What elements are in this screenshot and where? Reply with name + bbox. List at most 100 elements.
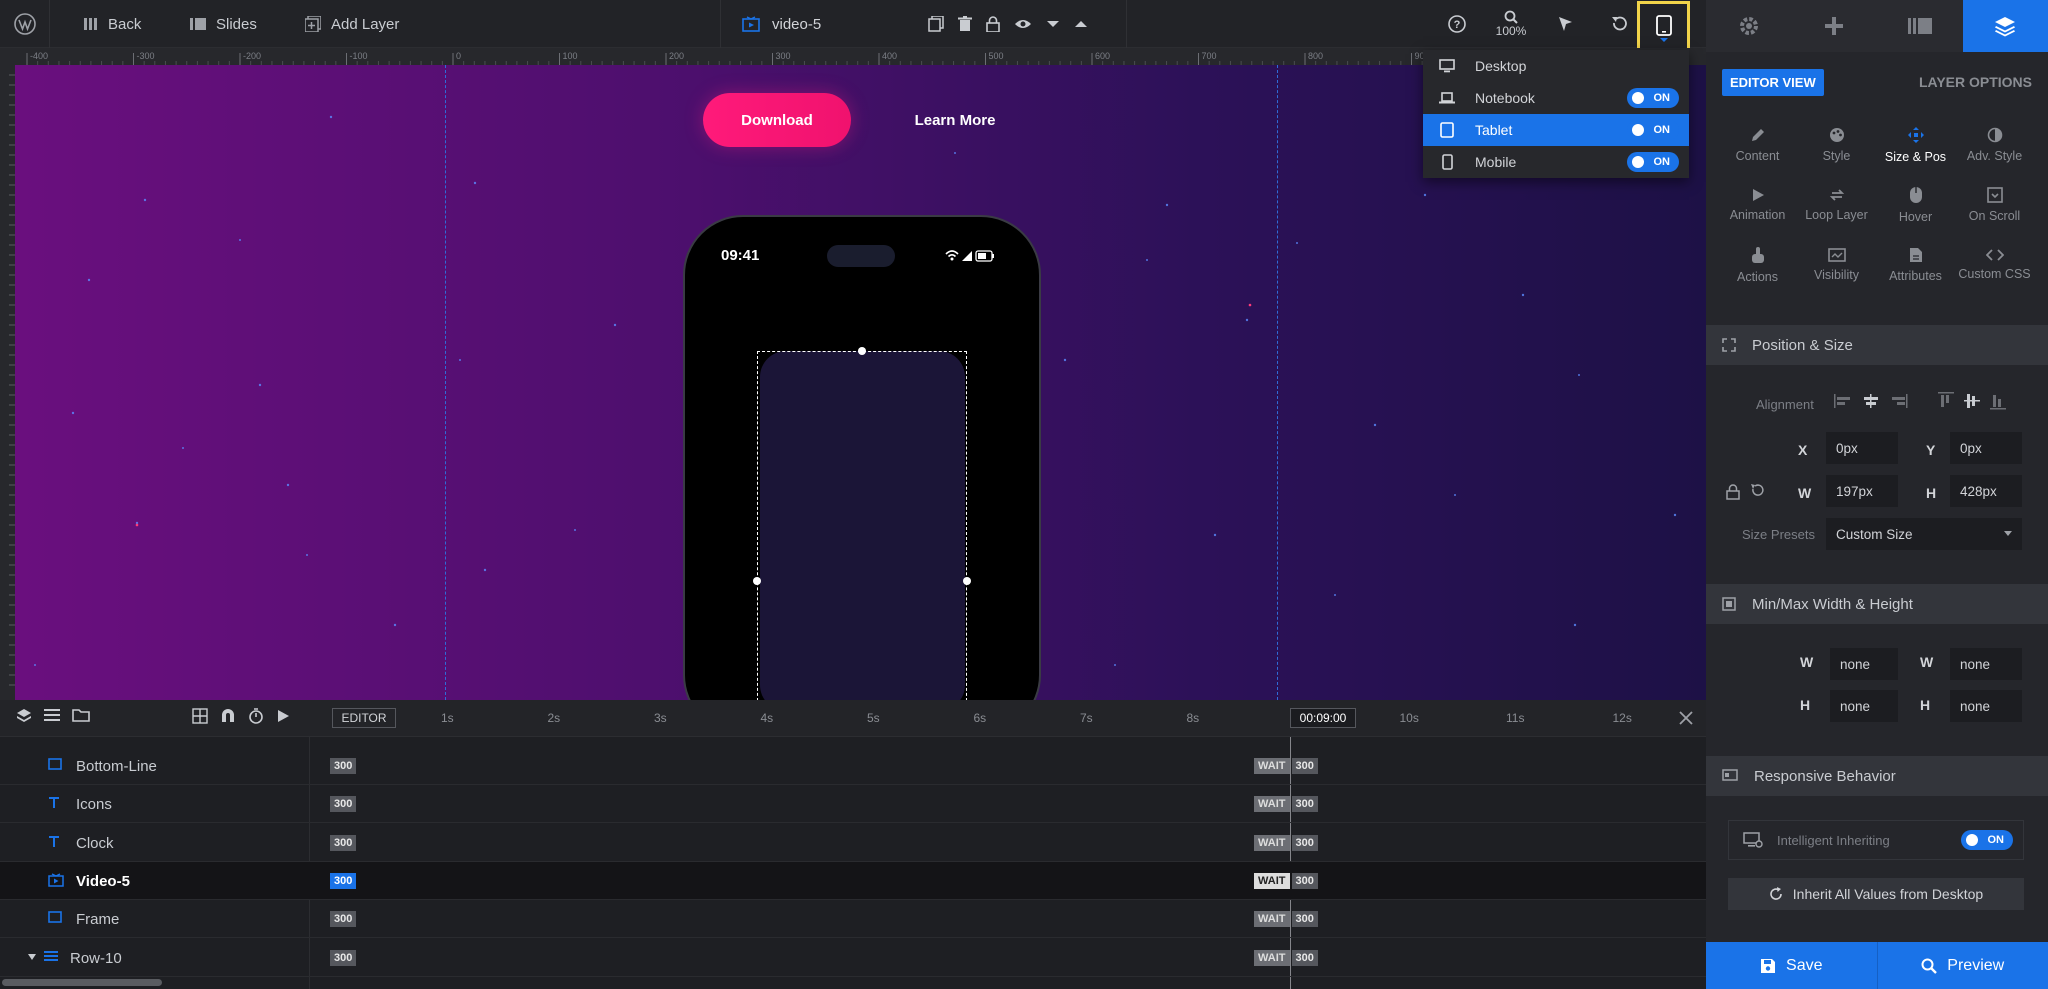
timeline-layer-row[interactable]: Video-5 300 WAIT 300 [0,861,1706,900]
inherit-desktop-button[interactable]: Inherit All Values from Desktop [1728,878,2024,910]
category-attributes[interactable]: Attributes [1876,240,1955,290]
tablet-toggle[interactable]: ON [1627,120,1679,140]
folder-icon[interactable] [72,708,90,724]
close-icon[interactable] [1678,710,1694,726]
wordpress-logo-icon[interactable] [0,0,50,48]
height-input[interactable]: 428px [1950,475,2022,507]
size-presets-select[interactable]: Custom Size [1826,518,2022,550]
category-size-pos[interactable]: Size & Pos [1876,120,1955,170]
out-timing[interactable]: WAIT 300 [1254,796,1318,813]
magnet-icon[interactable] [220,708,236,724]
device-mobile[interactable]: Mobile ON [1423,146,1689,178]
ruler-tick-label: 700 [1202,51,1217,61]
align-middle-icon[interactable] [1964,392,1980,410]
max-width-input[interactable]: none [1950,648,2022,680]
out-timing[interactable]: WAIT 300 [1254,872,1318,889]
lock-ratio-icon[interactable] [1726,484,1740,500]
in-duration-badge[interactable]: 300 [330,834,357,851]
save-button[interactable]: Save [1706,942,1878,989]
timeline-layer-row[interactable]: Clock 300 WAIT 300 [0,824,1706,862]
device-tablet[interactable]: Tablet ON [1423,114,1689,146]
in-duration-badge[interactable]: 300 [330,796,357,813]
phone-clock[interactable]: 09:41 [721,247,759,264]
notebook-toggle[interactable]: ON [1627,88,1679,108]
align-left-icon[interactable] [1834,394,1852,408]
category-custom-css[interactable]: Custom CSS [1955,240,2034,290]
tab-layers[interactable] [1962,0,2048,52]
tab-slides[interactable] [1877,0,1963,52]
timeline-layer-row[interactable]: Frame 300 WAIT 300 [0,900,1706,939]
resize-handle-right[interactable] [963,577,971,585]
category-content[interactable]: Content [1718,120,1797,170]
in-duration-badge[interactable]: 300 [330,758,357,774]
category-loop-layer[interactable]: Loop Layer [1797,180,1876,230]
y-input[interactable]: 0px [1950,432,2022,464]
position-size-header[interactable]: Position & Size [1706,325,2048,365]
timer-icon[interactable] [248,708,264,724]
slides-button[interactable]: Slides [190,0,257,48]
back-button[interactable]: Back [84,0,141,48]
responsive-header[interactable]: Responsive Behavior [1706,756,2048,796]
x-input[interactable]: 0px [1826,432,1898,464]
snap-grid-icon[interactable] [192,708,208,724]
mobile-toggle[interactable]: ON [1627,152,1679,172]
editor-view-toggle[interactable]: EDITOR VIEW [1722,68,1824,96]
category-on-scroll[interactable]: On Scroll [1955,180,2034,230]
max-height-input[interactable]: none [1950,690,2022,722]
device-notebook[interactable]: Notebook ON [1423,82,1689,114]
caret-down-icon[interactable] [28,953,36,960]
list-icon[interactable] [44,708,60,724]
category-actions[interactable]: Actions [1718,240,1797,290]
minmax-header[interactable]: Min/Max Width & Height [1706,584,2048,624]
editor-mode-label[interactable]: EDITOR [332,708,396,728]
preview-button[interactable]: Preview [1877,942,2048,989]
category-adv-style[interactable]: Adv. Style [1955,120,2034,170]
in-duration-badge[interactable]: 300 [330,949,357,966]
intelligent-inheriting-toggle[interactable]: ON [1961,830,2013,850]
resize-handle-left[interactable] [753,577,761,585]
timeline-layer-row[interactable]: Icons 300 WAIT 300 [0,785,1706,824]
move-up-icon[interactable] [1074,19,1088,29]
out-timing[interactable]: WAIT 300 [1254,758,1318,774]
align-center-icon[interactable] [1862,394,1880,408]
align-bottom-icon[interactable] [1990,392,2006,410]
duplicate-icon[interactable] [928,16,944,32]
learn-more-button[interactable]: Learn More [895,93,1015,147]
status-icons[interactable] [945,249,995,263]
category-visibility[interactable]: Visibility [1797,240,1876,290]
min-height-input[interactable]: none [1830,690,1898,722]
layers-icon[interactable] [16,708,32,724]
align-top-icon[interactable] [1938,392,1954,410]
tab-navigation[interactable] [1792,0,1878,52]
timeline-layer-row[interactable]: Bottom-Line 300 WAIT 300 [0,747,1706,785]
add-layer-button[interactable]: Add Layer [305,0,399,48]
trash-icon[interactable] [958,16,972,32]
out-timing[interactable]: WAIT 300 [1254,949,1318,966]
timeline-layer-row[interactable]: Row-10 300 WAIT 300 [0,939,1706,977]
device-desktop[interactable]: Desktop [1423,50,1689,82]
resize-handle-top[interactable] [858,347,866,355]
eye-icon[interactable] [1014,18,1032,30]
layer-options-toggle[interactable]: LAYER OPTIONS [1919,74,2032,90]
download-button[interactable]: Download [703,93,851,147]
category-style[interactable]: Style [1797,120,1876,170]
tab-settings[interactable] [1706,0,1792,52]
in-duration-badge[interactable]: 300 [330,872,357,889]
category-hover[interactable]: Hover [1876,180,1955,230]
horizontal-scrollbar[interactable] [2,979,162,986]
pointer-button[interactable] [1538,0,1592,48]
play-icon[interactable] [276,708,290,724]
help-button[interactable]: ? [1430,0,1484,48]
category-animation[interactable]: Animation [1718,180,1797,230]
lock-icon[interactable] [986,16,1000,32]
out-timing[interactable]: WAIT 300 [1254,834,1318,851]
align-right-icon[interactable] [1890,394,1908,408]
reset-icon[interactable] [1750,484,1764,498]
min-width-input[interactable]: none [1830,648,1898,680]
in-duration-badge[interactable]: 300 [330,911,357,928]
width-input[interactable]: 197px [1826,475,1898,507]
out-timing[interactable]: WAIT 300 [1254,911,1318,928]
zoom-button[interactable]: 100% [1484,0,1538,48]
move-down-icon[interactable] [1046,19,1060,29]
current-time[interactable]: 00:09:00 [1290,708,1356,728]
